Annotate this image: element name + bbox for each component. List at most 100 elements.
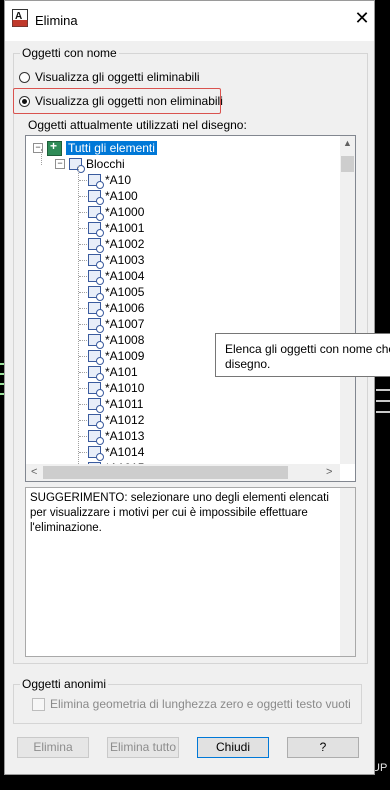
block-icon (88, 318, 104, 333)
tree-item-label: *A1000 (105, 205, 145, 219)
tree-item-label: *A1012 (105, 413, 145, 427)
block-icon (88, 238, 104, 253)
tree-item[interactable]: *A1005 (88, 284, 144, 301)
background-cad-lines-right (376, 380, 390, 440)
zero-length-checkbox[interactable] (32, 697, 45, 711)
radio-not-purgeable[interactable]: Visualizza gli oggetti non eliminabili (19, 94, 223, 108)
tree-item[interactable]: *A10 (88, 172, 131, 189)
tree-vertical-scroll-thumb[interactable] (341, 156, 354, 172)
tree-item[interactable]: *A1004 (88, 268, 145, 285)
tree-root[interactable]: − Tutti gli elementi (33, 139, 157, 156)
tree-item-label: *A1001 (105, 221, 145, 235)
purge-all-button[interactable]: Elimina tutto (107, 737, 179, 758)
tree-guide-line (79, 340, 87, 342)
tree-guide-line (79, 228, 87, 230)
all-items-icon (47, 139, 62, 156)
block-icon (88, 414, 104, 429)
tree-guide-line (79, 180, 87, 182)
title-bar: A Elimina ✕ (5, 1, 374, 41)
tree-item-label: *A1007 (105, 317, 145, 331)
tree-item[interactable]: *A100 (88, 188, 138, 205)
tree-guide-line (41, 149, 43, 165)
block-icon (88, 254, 104, 269)
block-icon (88, 222, 104, 237)
tree-item-label: *A1006 (105, 301, 145, 315)
tree-item-label: *A1002 (105, 237, 145, 251)
anonymous-objects-legend: Oggetti anonimi (20, 677, 109, 691)
tree-guide-line (79, 244, 87, 246)
tree-item[interactable]: *A101 (88, 364, 138, 381)
tree-item[interactable]: *A1007 (88, 316, 145, 333)
help-button[interactable]: ? (287, 737, 359, 758)
radio-purgeable[interactable]: Visualizza gli oggetti eliminabili (19, 70, 200, 84)
tree-item[interactable]: *A1010 (88, 380, 144, 397)
tooltip-line-2: disegno. (225, 357, 271, 371)
tree-item[interactable]: *A1001 (88, 220, 145, 237)
block-icon (88, 366, 104, 381)
tree-item[interactable]: *A1003 (88, 252, 145, 269)
tree-root-label[interactable]: Tutti gli elementi (66, 141, 157, 155)
block-icon (88, 286, 104, 301)
tree-guide-line (79, 452, 87, 454)
tree-item-label: *A1013 (105, 429, 145, 443)
block-icon (88, 350, 104, 365)
radio-purgeable-label: Visualizza gli oggetti eliminabili (35, 70, 200, 84)
tree-guide-line (79, 356, 87, 358)
radio-purgeable-indicator[interactable] (19, 71, 30, 83)
zero-length-checkbox-row[interactable]: Elimina geometria di lunghezza zero e og… (32, 697, 351, 711)
tree-item-label: *A1014 (105, 445, 145, 459)
tree-item-label: *A100 (105, 189, 138, 203)
tree-guide-line (79, 196, 87, 198)
block-icon (88, 430, 104, 445)
tree-item[interactable]: *A1006 (88, 300, 145, 317)
tree-item[interactable]: *A1002 (88, 236, 145, 253)
tree-guide-line (79, 308, 87, 310)
svg-text:A: A (15, 11, 22, 22)
block-icon (88, 446, 104, 461)
autocad-app-icon: A (12, 9, 28, 27)
tree-group-blocks[interactable]: − Blocchi (55, 156, 125, 173)
tree-guide-line (79, 436, 87, 438)
close-icon[interactable]: ✕ (354, 9, 370, 27)
tree-horizontal-scroll-thumb[interactable] (43, 466, 288, 479)
tree-item-label: *A1003 (105, 253, 145, 267)
tree-item-label: *A1008 (105, 333, 145, 347)
block-icon (88, 302, 104, 317)
zero-length-checkbox-label: Elimina geometria di lunghezza zero e og… (50, 697, 351, 711)
tree-guide-line (79, 324, 87, 326)
tree-guide-line (79, 372, 87, 374)
collapse-icon[interactable]: − (55, 159, 65, 169)
block-icon (88, 190, 104, 205)
tree-item[interactable]: *A1008 (88, 332, 145, 349)
tree-item[interactable]: *A1009 (88, 348, 144, 365)
tree-item[interactable]: *A1012 (88, 412, 145, 429)
tree-item[interactable]: *A1000 (88, 204, 145, 221)
objects-tree[interactable]: − Tutti gli elementi − Blocchi *A10 *A100… (25, 135, 356, 482)
tree-horizontal-scrollbar[interactable]: < > (26, 464, 340, 481)
block-icon (88, 270, 104, 285)
tree-item[interactable]: *A1011 (88, 396, 144, 413)
tree-item[interactable]: *A1013 (88, 428, 145, 445)
scroll-right-icon[interactable]: > (326, 466, 332, 478)
block-icon (69, 158, 85, 173)
radio-not-purgeable-label: Visualizza gli oggetti non eliminabili (35, 94, 223, 108)
purge-button[interactable]: Elimina (17, 737, 89, 758)
radio-not-purgeable-indicator[interactable] (19, 95, 30, 107)
tree-vertical-scrollbar[interactable]: ▲ (340, 136, 355, 464)
suggestion-text: SUGGERIMENTO: selezionare uno degli elem… (30, 492, 329, 534)
tooltip-line-1: Elenca gli oggetti con nome che (225, 342, 390, 356)
tree-item-label: *A1004 (105, 269, 145, 283)
tree-guide-line (79, 404, 87, 406)
scroll-left-icon[interactable]: < (31, 466, 37, 478)
scroll-up-icon[interactable]: ▲ (343, 138, 352, 148)
close-button[interactable]: Chiudi (197, 737, 269, 758)
block-icon (88, 206, 104, 221)
block-icon (88, 174, 104, 189)
purge-dialog: A Elimina ✕ Oggetti con nome Visualizza … (4, 0, 375, 775)
tree-item[interactable]: *A1014 (88, 444, 145, 461)
suggestion-box: SUGGERIMENTO: selezionare uno degli elem… (25, 487, 356, 657)
tree-guide-line (79, 276, 87, 278)
tree-item-label: *A1011 (105, 397, 144, 411)
suggestion-scrollbar[interactable] (340, 488, 355, 656)
tree-group-label: Blocchi (86, 157, 125, 171)
